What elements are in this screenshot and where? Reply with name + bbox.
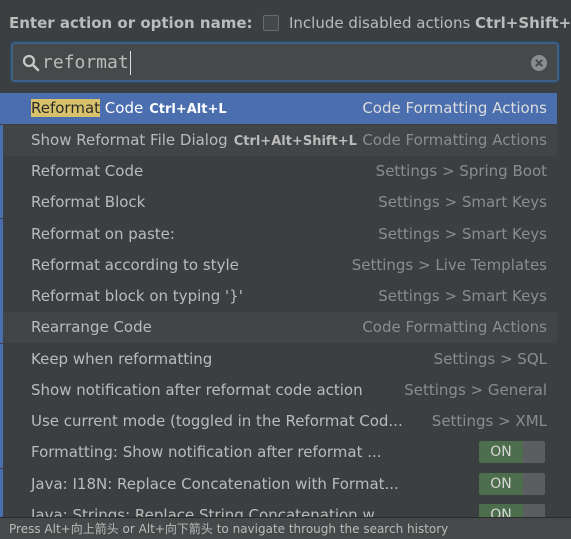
search-input-value: reformat — [42, 52, 129, 73]
result-location: Settings > Live Templates — [351, 256, 547, 274]
result-label: Java: I18N: Replace Concatenation with F… — [31, 475, 399, 493]
result-label: Rearrange Code — [31, 318, 152, 336]
result-label-text: Show Reformat File Dialog — [31, 131, 228, 149]
result-location: Settings > Smart Keys — [378, 225, 547, 243]
include-disabled-checkbox[interactable] — [263, 15, 279, 31]
option-toggle[interactable]: ON — [479, 441, 545, 463]
result-row[interactable]: Reformat block on typing '}' Settings > … — [0, 281, 557, 312]
search-field[interactable]: reformat — [11, 42, 559, 82]
result-label: Reformat according to style — [31, 256, 239, 274]
result-location: Code Formatting Actions — [362, 131, 547, 149]
dialog-header: Enter action or option name: Include dis… — [0, 0, 571, 92]
result-location: Settings > Smart Keys — [378, 193, 547, 211]
result-label: Reformat block on typing '}' — [31, 287, 243, 305]
result-row[interactable]: Reformat on paste: Settings > Smart Keys — [0, 219, 557, 250]
results-list[interactable]: Reformat Code Ctrl+Alt+L Code Formatting … — [0, 92, 557, 517]
result-label: Java: Strings: Replace String Concatenat… — [31, 506, 388, 517]
include-disabled-text: Include disabled actions — [289, 14, 471, 32]
result-row[interactable]: Reformat Block Settings > Smart Keys — [0, 187, 557, 218]
result-shortcut: Ctrl+Alt+Shift+L — [233, 134, 357, 149]
status-footer: Press Alt+向上箭头 or Alt+向下箭头 to navigate t… — [0, 517, 571, 539]
result-row[interactable]: Java: Strings: Replace String Concatenat… — [0, 500, 557, 517]
option-toggle[interactable]: ON — [479, 473, 545, 495]
result-shortcut: Ctrl+Alt+L — [149, 102, 227, 117]
result-location: Settings > Spring Boot — [375, 162, 547, 180]
result-row[interactable]: Rearrange Code Code Formatting Actions — [0, 312, 557, 343]
result-row[interactable]: Keep when reformatting Settings > SQL — [0, 344, 557, 375]
history-hint: Press Alt+向上箭头 or Alt+向下箭头 to navigate t… — [9, 522, 449, 536]
result-row[interactable]: Reformat according to style Settings > L… — [0, 250, 557, 281]
include-disabled-label[interactable]: Include disabled actions Ctrl+Shift+A — [289, 14, 571, 32]
result-location: Settings > XML — [431, 412, 547, 430]
result-label: Reformat Block — [31, 193, 146, 211]
option-toggle[interactable]: ON — [479, 504, 545, 517]
search-input[interactable]: reformat — [42, 51, 131, 75]
match-highlight: Reformat — [31, 99, 101, 117]
result-label: Formatting: Show notification after refo… — [31, 443, 382, 461]
result-label: Reformat Code Ctrl+Alt+L — [31, 99, 227, 117]
result-row[interactable]: Java: I18N: Replace Concatenation with F… — [0, 469, 557, 500]
result-row[interactable]: Reformat Code Settings > Spring Boot — [0, 156, 557, 187]
result-label: Show notification after reformat code ac… — [31, 381, 363, 399]
result-label: Use current mode (toggled in the Reforma… — [31, 412, 403, 430]
result-location: Settings > General — [404, 381, 547, 399]
result-label: Reformat Code — [31, 162, 144, 180]
toggle-on-label: ON — [479, 441, 523, 463]
result-row[interactable]: Use current mode (toggled in the Reforma… — [0, 406, 557, 437]
include-disabled-shortcut: Ctrl+Shift+A — [475, 14, 571, 32]
result-label: Show Reformat File Dialog Ctrl+Alt+Shift+… — [31, 131, 357, 149]
result-row[interactable]: Show Reformat File Dialog Ctrl+Alt+Shift+… — [0, 125, 557, 156]
result-label: Keep when reformatting — [31, 350, 213, 368]
result-label: Reformat on paste: — [31, 225, 175, 243]
search-icon — [22, 54, 40, 72]
result-row[interactable]: Reformat Code Ctrl+Alt+L Code Formatting … — [0, 93, 557, 124]
toggle-on-label: ON — [479, 473, 523, 495]
result-row[interactable]: Formatting: Show notification after refo… — [0, 437, 557, 468]
result-row[interactable]: Show notification after reformat code ac… — [0, 375, 557, 406]
result-location: Settings > Smart Keys — [378, 287, 547, 305]
result-location: Code Formatting Actions — [362, 99, 547, 117]
result-label-rest: Code — [100, 99, 144, 117]
prompt-label: Enter action or option name: — [9, 14, 253, 32]
result-location: Settings > SQL — [433, 350, 547, 368]
result-location: Code Formatting Actions — [362, 318, 547, 336]
text-caret — [129, 51, 131, 75]
clear-icon[interactable] — [530, 54, 548, 72]
results-scrollbar[interactable] — [557, 92, 571, 517]
toggle-on-label: ON — [479, 504, 523, 517]
